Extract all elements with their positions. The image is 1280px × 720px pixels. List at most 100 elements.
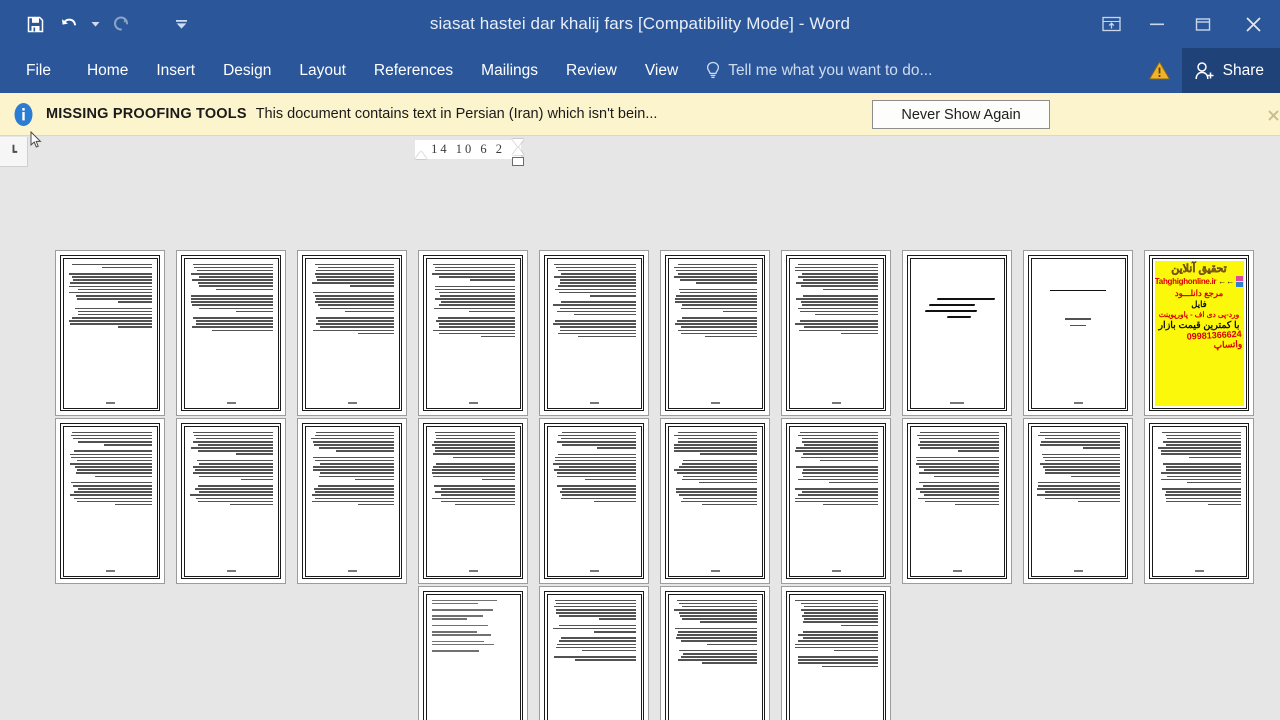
text-line bbox=[481, 478, 515, 481]
page-thumbnail-23[interactable] bbox=[660, 586, 770, 720]
page-number-mark bbox=[952, 569, 962, 572]
page-thumbnail-14[interactable] bbox=[418, 418, 528, 584]
ad-url-text[interactable]: Tahghighonline.ir bbox=[1155, 277, 1217, 286]
page-thumbnail-16[interactable] bbox=[660, 418, 770, 584]
page-thumbnail-2[interactable] bbox=[176, 250, 286, 416]
page-thumbnail-6[interactable] bbox=[660, 250, 770, 416]
share-button[interactable]: Share bbox=[1181, 48, 1280, 93]
paragraph bbox=[431, 462, 515, 482]
undo-button[interactable] bbox=[52, 7, 86, 41]
page-thumbnail-21[interactable] bbox=[418, 586, 528, 720]
never-show-again-button[interactable]: Never Show Again bbox=[872, 100, 1050, 129]
text-line bbox=[189, 494, 273, 496]
text-line bbox=[1166, 497, 1241, 500]
warning-button[interactable] bbox=[1138, 48, 1182, 93]
tab-review[interactable]: Review bbox=[552, 48, 631, 93]
page-content bbox=[425, 257, 521, 409]
page-thumbnail-5[interactable] bbox=[539, 250, 649, 416]
tab-file[interactable]: File bbox=[0, 48, 73, 93]
text-line bbox=[678, 659, 757, 661]
paragraph bbox=[795, 263, 878, 292]
text-line bbox=[682, 605, 757, 608]
text-line bbox=[438, 304, 515, 306]
page-thumbnail-13[interactable] bbox=[297, 418, 407, 584]
text-line bbox=[801, 285, 878, 288]
page-thumbnail-17[interactable] bbox=[781, 418, 891, 584]
tab-view[interactable]: View bbox=[631, 48, 692, 93]
tell-me-search[interactable]: Tell me what you want to do... bbox=[706, 48, 932, 93]
text-line bbox=[574, 313, 636, 316]
text-line bbox=[435, 431, 515, 434]
paragraph bbox=[552, 301, 636, 317]
page-thumbnail-11[interactable] bbox=[55, 418, 165, 584]
close-button[interactable] bbox=[1226, 0, 1280, 48]
page-thumbnail-3[interactable] bbox=[297, 250, 407, 416]
text-line bbox=[822, 288, 878, 291]
minimize-button[interactable] bbox=[1134, 0, 1180, 48]
text-line bbox=[1166, 434, 1241, 437]
text-line bbox=[678, 602, 757, 605]
page-thumbnail-9[interactable] bbox=[1023, 250, 1133, 416]
text-line bbox=[77, 440, 152, 443]
page-thumbnail-8[interactable] bbox=[902, 250, 1012, 416]
page-thumbnail-12[interactable] bbox=[176, 418, 286, 584]
customize-qat-button[interactable] bbox=[164, 7, 198, 41]
tab-layout[interactable]: Layout bbox=[285, 48, 360, 93]
message-bar-close-button[interactable] bbox=[1262, 104, 1280, 126]
horizontal-ruler[interactable]: ┗ 14 10 6 2 bbox=[0, 137, 1280, 167]
tab-design[interactable]: Design bbox=[209, 48, 285, 93]
page-border-outer bbox=[544, 255, 644, 411]
text-line bbox=[196, 459, 273, 462]
text-line bbox=[820, 459, 878, 462]
page-content bbox=[788, 593, 884, 720]
tab-home[interactable]: Home bbox=[73, 48, 142, 93]
right-indent-marker-bottom[interactable] bbox=[512, 147, 524, 155]
ribbon-display-options-button[interactable] bbox=[1088, 0, 1134, 48]
text-line bbox=[314, 488, 394, 490]
left-indent-box-marker[interactable] bbox=[512, 157, 524, 166]
tab-mailings[interactable]: Mailings bbox=[467, 48, 552, 93]
text-line bbox=[431, 615, 483, 617]
page-thumbnail-15[interactable] bbox=[539, 418, 649, 584]
page-content bbox=[1030, 425, 1126, 577]
page-thumbnail-20[interactable] bbox=[1144, 418, 1254, 584]
save-button[interactable] bbox=[18, 7, 52, 41]
text-line bbox=[435, 269, 515, 272]
text-line bbox=[77, 313, 152, 316]
page-thumbnail-22[interactable] bbox=[539, 586, 649, 720]
document-canvas[interactable]: تحقیق آنلاین Tahghighonline.ir ←← مرجع دانل… bbox=[0, 167, 1280, 720]
page-thumbnail-4[interactable] bbox=[418, 250, 528, 416]
text-line bbox=[795, 466, 878, 468]
paragraph bbox=[794, 488, 878, 507]
text-line bbox=[78, 310, 152, 313]
first-line-indent-marker[interactable] bbox=[415, 151, 427, 159]
text-line bbox=[1157, 447, 1241, 449]
paragraph bbox=[190, 316, 273, 333]
redo-button[interactable] bbox=[104, 7, 138, 41]
page-thumbnail-19[interactable] bbox=[1023, 418, 1133, 584]
text-line bbox=[1162, 462, 1241, 465]
tab-stop-selector-button[interactable]: ┗ bbox=[0, 137, 28, 167]
text-line bbox=[597, 447, 636, 449]
restore-button[interactable] bbox=[1180, 0, 1226, 48]
tab-references[interactable]: References bbox=[360, 48, 467, 93]
right-indent-marker-top[interactable] bbox=[512, 139, 524, 147]
page-thumbnail-18[interactable] bbox=[902, 418, 1012, 584]
tab-insert[interactable]: Insert bbox=[142, 48, 209, 93]
text-line bbox=[192, 440, 273, 443]
ad-app-icons bbox=[1236, 276, 1244, 288]
page-number-mark bbox=[589, 569, 599, 572]
page-thumbnail-7[interactable] bbox=[781, 250, 891, 416]
paragraph bbox=[431, 650, 515, 653]
page-thumbnail-1[interactable] bbox=[55, 250, 165, 416]
undo-dropdown-button[interactable] bbox=[86, 7, 104, 41]
text-line bbox=[312, 329, 394, 332]
text-line bbox=[117, 301, 152, 303]
page-border-outer bbox=[665, 591, 765, 720]
text-line bbox=[319, 307, 394, 310]
page-thumbnail-10[interactable]: تحقیق آنلاین Tahghighonline.ir ←← مرجع دانل… bbox=[1144, 250, 1254, 416]
text-line bbox=[915, 462, 999, 465]
page-thumbnail-24[interactable] bbox=[781, 586, 891, 720]
text-line bbox=[590, 294, 636, 297]
page-border-outer bbox=[181, 423, 281, 579]
